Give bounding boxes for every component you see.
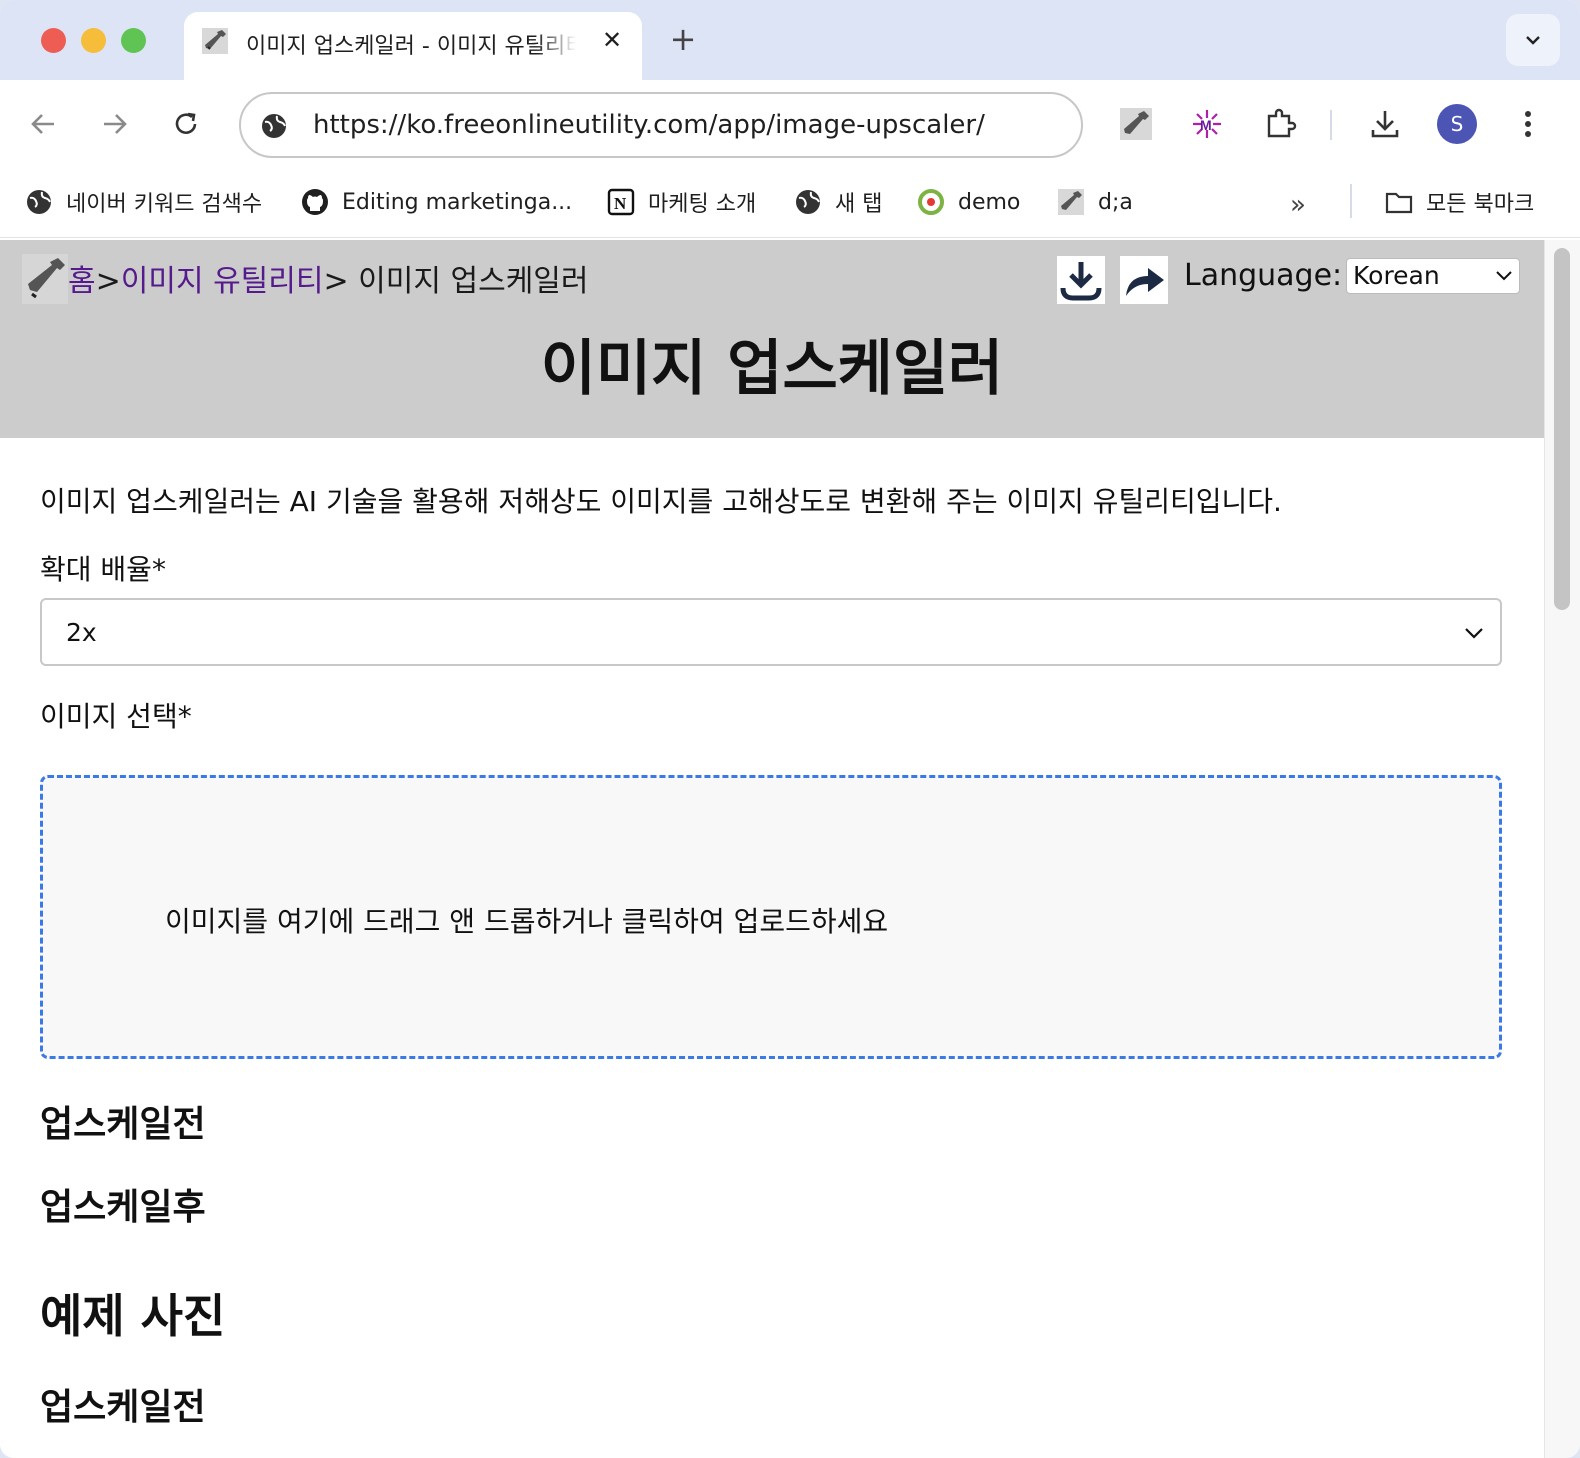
- scale-label: 확대 배율*: [40, 553, 166, 586]
- bookmark-label: demo: [958, 189, 1021, 215]
- wrench-icon: [1058, 189, 1084, 215]
- page-scrollbar[interactable]: [1544, 240, 1580, 1458]
- toolbar-divider: [1330, 110, 1332, 140]
- globe-icon: [796, 190, 820, 214]
- forward-arrow-icon[interactable]: [94, 104, 134, 144]
- example-before-heading: 업스케일전: [40, 1387, 206, 1428]
- language-select[interactable]: Korean: [1346, 258, 1520, 294]
- wrench-extension-icon[interactable]: [1118, 106, 1154, 142]
- demo-icon: [918, 189, 944, 215]
- new-tab-button[interactable]: +: [668, 23, 698, 55]
- bookmark-item[interactable]: 새 탭: [793, 182, 882, 222]
- download-page-button[interactable]: [1057, 256, 1105, 304]
- zoom-window-button[interactable]: [121, 28, 146, 53]
- bookmark-label: 마케팅 소개: [648, 192, 757, 217]
- page-description: 이미지 업스케일러는 AI 기술을 활용해 저해상도 이미지를 고해상도로 변환…: [40, 485, 1282, 518]
- chevron-down-icon: [1465, 628, 1483, 639]
- bookmark-label: 새 탭: [835, 192, 883, 217]
- language-label: Language:: [1184, 258, 1343, 293]
- bookmarks-bar: 네이버 키워드 검색수 Editing marketinga... N 마케팅 …: [0, 170, 1580, 238]
- share-arrow-icon: [1126, 268, 1164, 296]
- examples-heading: 예제 사진: [40, 1289, 226, 1343]
- folder-icon: [1385, 192, 1413, 214]
- scrollbar-thumb[interactable]: [1554, 248, 1570, 610]
- notion-icon: N: [607, 188, 635, 216]
- dropzone-instructions: 이미지를 여기에 드래그 앤 드롭하거나 클릭하여 업로드하세요: [165, 905, 889, 938]
- back-arrow-icon[interactable]: [24, 104, 64, 144]
- download-tray-icon: [1060, 262, 1102, 301]
- after-heading: 업스케일후: [40, 1187, 206, 1228]
- extensions-puzzle-icon[interactable]: [1262, 106, 1298, 142]
- close-window-button[interactable]: [41, 28, 66, 53]
- tab-search-button[interactable]: [1506, 14, 1560, 66]
- chevron-down-icon: [1496, 271, 1512, 281]
- reload-icon[interactable]: [166, 104, 206, 144]
- svg-text:N: N: [614, 194, 627, 213]
- profile-avatar[interactable]: S: [1437, 104, 1477, 144]
- tab-title: 이미지 업스케일러 - 이미지 유틸리티: [246, 34, 576, 59]
- download-icon[interactable]: [1367, 106, 1403, 142]
- bookmark-label: Editing marketinga...: [342, 189, 573, 215]
- site-logo-icon[interactable]: [22, 254, 68, 304]
- page-title: 이미지 업스케일러: [540, 334, 1004, 404]
- breadcrumb-current: > 이미지 업스케일러: [323, 264, 589, 299]
- browser-window: 이미지 업스케일러 - 이미지 유틸리티 ✕ + https://ko.free…: [0, 0, 1580, 1458]
- site-info-icon[interactable]: [259, 111, 289, 141]
- breadcrumb-home-link[interactable]: 홈: [68, 264, 96, 299]
- share-button[interactable]: [1120, 256, 1168, 304]
- scale-select[interactable]: 2x: [40, 598, 1502, 666]
- before-heading: 업스케일전: [40, 1104, 206, 1145]
- bookmark-label: d;a: [1098, 189, 1133, 215]
- sparkle-extension-icon[interactable]: M: [1189, 106, 1225, 142]
- tab-strip: 이미지 업스케일러 - 이미지 유틸리티 ✕ +: [0, 0, 1580, 80]
- scale-value: 2x: [66, 618, 97, 647]
- bookmark-item[interactable]: d;a: [1056, 182, 1133, 222]
- all-bookmarks-label: 모든 북마크: [1426, 192, 1535, 217]
- bookmark-item[interactable]: 네이버 키워드 검색수: [24, 182, 262, 222]
- address-bar[interactable]: https://ko.freeonlineutility.com/app/ima…: [239, 92, 1083, 158]
- bookmarks-divider: [1350, 184, 1352, 218]
- breadcrumb: 홈>이미지 유틸리티> 이미지 업스케일러: [68, 256, 589, 300]
- wrench-icon: [202, 28, 228, 54]
- all-bookmarks-button[interactable]: 모든 북마크: [1384, 182, 1534, 222]
- bookmarks-overflow-button[interactable]: »: [1290, 190, 1306, 220]
- page-header: 홈>이미지 유틸리티> 이미지 업스케일러 Language: Korean 이…: [0, 240, 1544, 438]
- image-dropzone[interactable]: 이미지를 여기에 드래그 앤 드롭하거나 클릭하여 업로드하세요: [40, 775, 1502, 1059]
- more-menu-icon[interactable]: [1516, 106, 1540, 142]
- svg-text:M: M: [1200, 117, 1212, 133]
- bookmark-label: 네이버 키워드 검색수: [66, 192, 263, 217]
- breadcrumb-separator: >: [95, 264, 121, 299]
- page-content: 홈>이미지 유틸리티> 이미지 업스케일러 Language: Korean 이…: [0, 240, 1544, 1458]
- language-value: Korean: [1353, 261, 1440, 290]
- github-icon: [302, 189, 328, 215]
- breadcrumb-category-link[interactable]: 이미지 유틸리티: [121, 264, 324, 299]
- browser-toolbar: https://ko.freeonlineutility.com/app/ima…: [0, 80, 1580, 170]
- chevron-down-icon: [1526, 36, 1540, 45]
- image-select-label: 이미지 선택*: [40, 700, 192, 733]
- tab-active[interactable]: 이미지 업스케일러 - 이미지 유틸리티 ✕: [184, 12, 642, 80]
- minimize-window-button[interactable]: [81, 28, 106, 53]
- url-text: https://ko.freeonlineutility.com/app/ima…: [313, 110, 985, 140]
- globe-icon: [27, 190, 51, 214]
- bookmark-item[interactable]: N 마케팅 소개: [606, 182, 756, 222]
- bookmark-item[interactable]: demo: [916, 182, 1020, 222]
- bookmark-item[interactable]: Editing marketinga...: [300, 182, 572, 222]
- tab-close-button[interactable]: ✕: [598, 26, 626, 54]
